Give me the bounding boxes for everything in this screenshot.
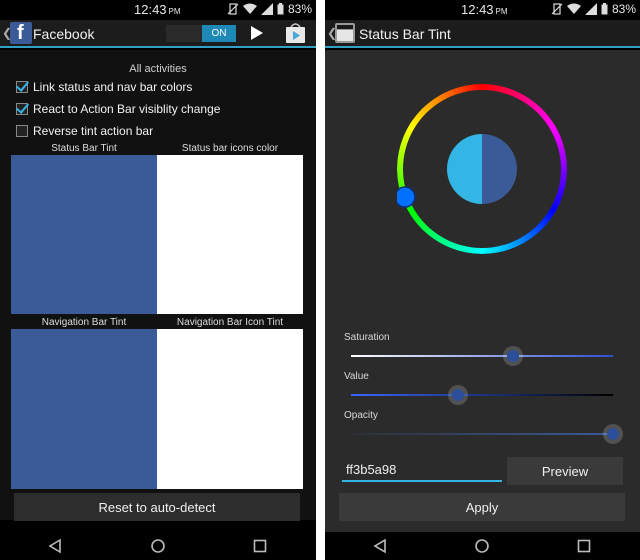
battery-percent: 83% [287,2,312,16]
status-icons: 83% [551,2,636,16]
color-wheel[interactable] [397,84,567,254]
facebook-app-icon[interactable]: f [10,22,32,44]
swatch-label-status-bar-icons: Status bar icons color [181,143,279,154]
section-title: All activities [129,63,187,75]
reset-auto-detect-button[interactable]: Reset to auto-detect [14,493,300,521]
hex-color-input[interactable] [342,458,502,482]
wheel-handle[interactable] [397,186,416,208]
opacity-thumb[interactable] [607,428,619,440]
option-label: Link status and nav bar colors [33,80,193,94]
nav-home-icon[interactable] [474,538,490,554]
saturation-thumb[interactable] [507,350,520,362]
status-time: 12:43 PM [134,2,181,17]
app-title: Facebook [33,26,95,42]
option-label: Reverse tint action bar [33,124,154,138]
wifi-icon [566,3,581,14]
signal-icon [260,3,273,15]
checkbox-unchecked-icon[interactable] [16,125,28,137]
battery-percent: 83% [611,2,636,16]
opacity-label: Opacity [344,410,378,421]
app-icon[interactable] [335,23,355,43]
option-link-colors[interactable]: Link status and nav bar colors [16,80,192,94]
screen-title: Status Bar Tint [359,26,451,42]
enable-toggle[interactable]: ON [166,25,236,42]
nav-back-icon[interactable] [47,538,63,554]
wifi-icon [242,3,257,14]
action-bar: ❮ f Facebook ON [0,20,316,48]
settings-content: All activities Link status and nav bar c… [0,50,316,520]
play-icon[interactable] [251,26,263,40]
battery-icon [277,3,284,15]
nav-recents-icon[interactable] [576,538,592,554]
old-color-half [447,134,482,204]
status-icons: 83% [227,2,312,16]
battery-icon [601,3,608,15]
option-label: React to Action Bar visiblity change [33,102,221,116]
swatch-label-nav-bar-icon-tint: Navigation Bar Icon Tint [176,317,284,328]
value-label: Value [344,371,369,382]
value-thumb[interactable] [452,389,465,401]
value-track[interactable] [351,389,613,401]
status-bar-icons-color-swatch[interactable] [157,155,303,314]
apply-button[interactable]: Apply [339,493,625,521]
left-screen: 12:43 PM 83% ❮ f Facebook ON All activiti… [0,0,316,560]
saturation-track[interactable] [351,350,613,362]
navigation-bar [325,532,640,560]
checkbox-checked-icon[interactable] [16,81,28,93]
navigation-bar [0,532,316,560]
swatch-label-status-bar-tint: Status Bar Tint [51,143,117,154]
opacity-track[interactable] [351,428,619,440]
option-react-action-bar[interactable]: React to Action Bar visiblity change [16,102,220,116]
nav-recents-icon[interactable] [252,538,268,554]
saturation-label: Saturation [344,332,390,343]
vibrate-off-icon [551,3,563,15]
vibrate-off-icon [227,3,239,15]
navigation-bar-tint-swatch[interactable] [11,329,157,489]
nav-back-icon[interactable] [372,538,388,554]
signal-icon [584,3,597,15]
new-color-half [482,134,517,204]
option-reverse-tint[interactable]: Reverse tint action bar [16,124,153,138]
play-store-icon[interactable] [285,22,306,44]
nav-home-icon[interactable] [150,538,166,554]
swatch-label-nav-bar-tint: Navigation Bar Tint [41,317,127,328]
checkbox-checked-icon[interactable] [16,103,28,115]
navigation-bar-icon-tint-swatch[interactable] [157,329,303,489]
right-screen: 12:43 PM 83% ❮ Status Bar Tint Saturatio… [325,0,640,560]
status-bar: 12:43 PM 83% [0,0,316,20]
status-bar: 12:43 PM 83% [325,0,640,20]
status-bar-tint-swatch[interactable] [11,155,157,314]
toggle-on-label: ON [202,25,236,42]
preview-button[interactable]: Preview [507,457,623,485]
action-bar: ❮ Status Bar Tint [325,20,640,48]
status-time: 12:43 PM [461,2,508,17]
